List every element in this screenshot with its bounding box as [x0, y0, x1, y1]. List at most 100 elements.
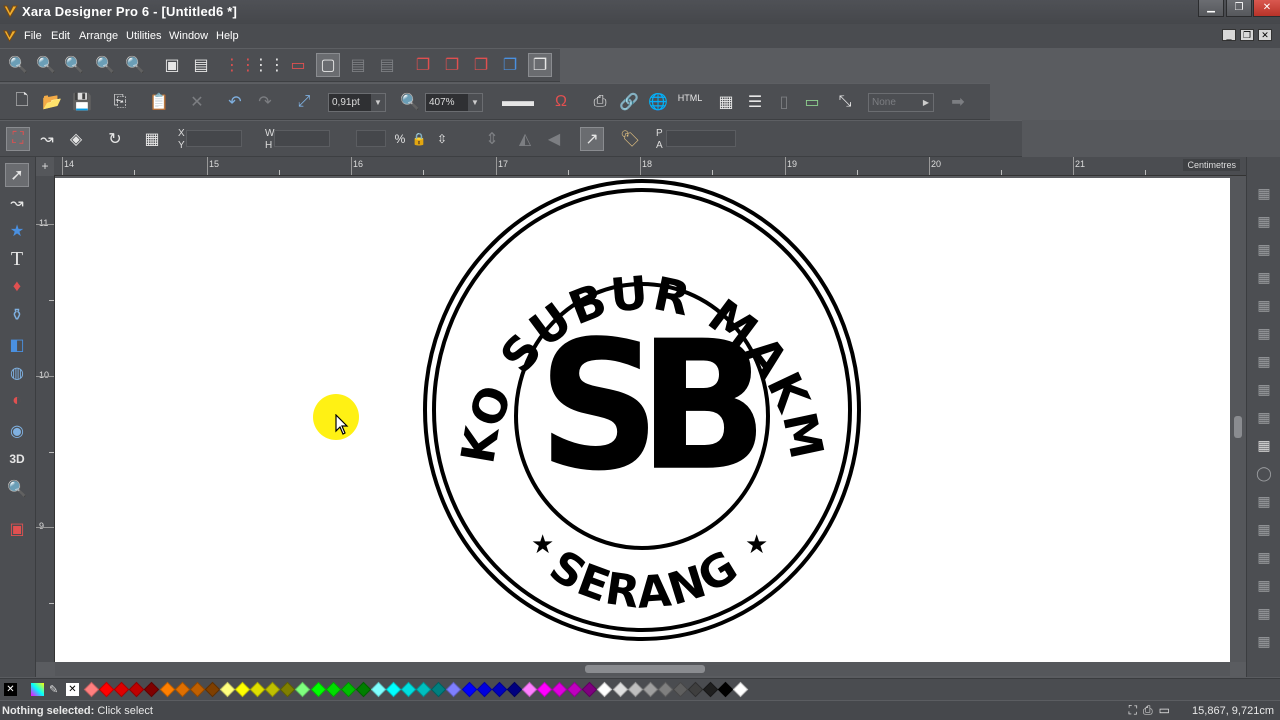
gallery-tab-icon[interactable]: ▦: [1252, 573, 1276, 597]
grid-icon[interactable]: ⋮⋮: [224, 53, 256, 77]
color-swatch[interactable]: [536, 681, 553, 698]
zoom-100-icon[interactable]: 🔍: [123, 53, 147, 77]
color-swatch[interactable]: [476, 681, 492, 698]
color-swatch[interactable]: [280, 681, 296, 698]
color-swatch[interactable]: [702, 681, 719, 698]
shapes-icon[interactable]: 🏷: [618, 127, 642, 151]
go-arrow-icon[interactable]: ➡: [946, 90, 970, 114]
shape-editor-tool-icon[interactable]: ↝: [5, 191, 29, 215]
no-fill-icon[interactable]: ✕: [66, 683, 79, 696]
drawing-canvas[interactable]: TOKO SUBUR MAKMUR SERANG ★ ★ SB: [55, 178, 1230, 662]
gallery-tab-icon[interactable]: ◯: [1252, 461, 1276, 485]
color-swatch[interactable]: [98, 681, 115, 698]
rotate-arrows-icon[interactable]: ⇕: [480, 127, 504, 151]
color-swatch[interactable]: [129, 681, 145, 698]
gallery-tab-icon[interactable]: ▦: [1252, 517, 1276, 541]
color-swatch[interactable]: [234, 681, 251, 698]
horizontal-ruler[interactable]: + 14 15 16 17 18 19 20 21 Centimetres: [36, 157, 1246, 176]
close-button[interactable]: ✕: [1253, 0, 1280, 17]
no-color-icon[interactable]: ✕: [4, 683, 17, 696]
copy-icon[interactable]: ⎘: [108, 90, 132, 114]
gallery-tab-icon[interactable]: ▦: [1252, 629, 1276, 653]
bevel-tool-icon[interactable]: ◐: [5, 389, 29, 413]
color-swatch[interactable]: [249, 681, 266, 698]
color-swatch[interactable]: [582, 681, 598, 698]
gallery-tab-icon[interactable]: ▦: [1252, 377, 1276, 401]
color-swatch[interactable]: [144, 681, 160, 698]
color-swatch[interactable]: [400, 681, 417, 698]
color-swatch[interactable]: [491, 681, 507, 698]
line-scale-icon[interactable]: ⇳: [430, 127, 454, 151]
color-swatch[interactable]: [672, 681, 689, 698]
fill-handles-icon[interactable]: ◈: [64, 127, 88, 151]
selection-bounds-icon[interactable]: ⛶: [6, 127, 30, 151]
color-swatch[interactable]: [415, 681, 432, 698]
color-swatch[interactable]: [521, 681, 538, 698]
save-icon[interactable]: 💾: [70, 90, 94, 114]
contour-tool-icon[interactable]: ◍: [5, 361, 29, 385]
doc-restore-button[interactable]: ❐: [1240, 29, 1254, 41]
color-swatch[interactable]: [189, 681, 205, 698]
color-swatch[interactable]: [310, 681, 326, 698]
color-swatch[interactable]: [370, 681, 387, 698]
html-export-icon[interactable]: HTML: [675, 86, 705, 110]
vertical-ruler[interactable]: 11 10 9: [36, 176, 55, 662]
new-document-icon[interactable]: 🗋: [10, 90, 34, 114]
zoom-all-icon[interactable]: 🔍: [6, 53, 30, 77]
gallery-tab-icon[interactable]: ▦: [1252, 181, 1276, 205]
doc-close-button[interactable]: ✕: [1258, 29, 1272, 41]
lock-aspect-icon[interactable]: 🔒: [407, 127, 431, 151]
color-swatch[interactable]: [325, 681, 341, 698]
text-tool-icon[interactable]: T: [5, 247, 29, 271]
color-swatch[interactable]: [295, 681, 311, 698]
color-swatch[interactable]: [204, 681, 221, 698]
delete-icon[interactable]: ✕: [185, 90, 209, 114]
gallery-tab-icon[interactable]: ▦: [1252, 209, 1276, 233]
ruler-origin-icon[interactable]: +: [36, 157, 54, 176]
logo-artwork[interactable]: TOKO SUBUR MAKMUR SERANG ★ ★ SB: [55, 178, 1230, 662]
gallery-tab-icon[interactable]: ▦: [1252, 545, 1276, 569]
color-swatch[interactable]: [355, 681, 372, 698]
page-icon[interactable]: ▣: [160, 53, 184, 77]
vertical-scrollbar[interactable]: [1230, 176, 1246, 662]
snap-magnet-icon[interactable]: Ω: [549, 90, 573, 114]
color-picker-icon[interactable]: [31, 683, 44, 696]
status-lock-icon[interactable]: ▭: [1159, 703, 1170, 718]
extrude-3d-tool-icon[interactable]: 3D: [5, 447, 29, 471]
move-backward-icon[interactable]: ❐: [469, 53, 493, 77]
color-swatch[interactable]: [431, 681, 447, 698]
color-swatch[interactable]: [385, 681, 402, 698]
color-swatch[interactable]: [566, 681, 583, 698]
gallery-tab-icon[interactable]: ▦: [1252, 293, 1276, 317]
flip-vertical-icon[interactable]: ◀: [542, 127, 566, 151]
gallery-icon[interactable]: ▦: [714, 90, 738, 114]
ruler-units-label[interactable]: Centimetres: [1183, 159, 1240, 171]
document-menu-icon[interactable]: [3, 29, 17, 43]
flip-horizontal-icon[interactable]: ◭: [513, 127, 537, 151]
show-page-icon[interactable]: ▢: [316, 53, 340, 77]
menu-arrange[interactable]: Arrange: [79, 30, 118, 42]
spread-icon[interactable]: ▤: [189, 53, 213, 77]
color-swatch[interactable]: [733, 681, 749, 698]
horizontal-scroll-thumb[interactable]: [585, 665, 705, 673]
fill-tool-icon[interactable]: ♦: [5, 275, 29, 299]
bring-to-front-icon[interactable]: ❐: [411, 53, 435, 77]
color-swatch[interactable]: [219, 681, 236, 698]
minimize-button[interactable]: ▁: [1198, 0, 1224, 17]
shadow-tool-icon[interactable]: ◧: [5, 333, 29, 357]
color-swatch[interactable]: [597, 681, 613, 698]
layers-icon[interactable]: ☰: [743, 90, 767, 114]
redo-icon[interactable]: ↷: [253, 90, 277, 114]
width-field[interactable]: [274, 130, 330, 147]
color-swatch[interactable]: [174, 681, 190, 698]
menu-edit[interactable]: Edit: [51, 30, 70, 42]
zoom-select[interactable]: 407% ▼: [425, 93, 483, 112]
color-swatch[interactable]: [551, 681, 568, 698]
x-position-field[interactable]: [186, 130, 242, 147]
color-swatch[interactable]: [461, 681, 477, 698]
menu-file[interactable]: File: [24, 30, 42, 42]
color-swatch[interactable]: [446, 681, 462, 698]
color-swatch[interactable]: [657, 681, 674, 698]
gallery-tab-icon[interactable]: ▦: [1252, 433, 1276, 457]
photo-tool-icon[interactable]: ◉: [5, 419, 29, 443]
